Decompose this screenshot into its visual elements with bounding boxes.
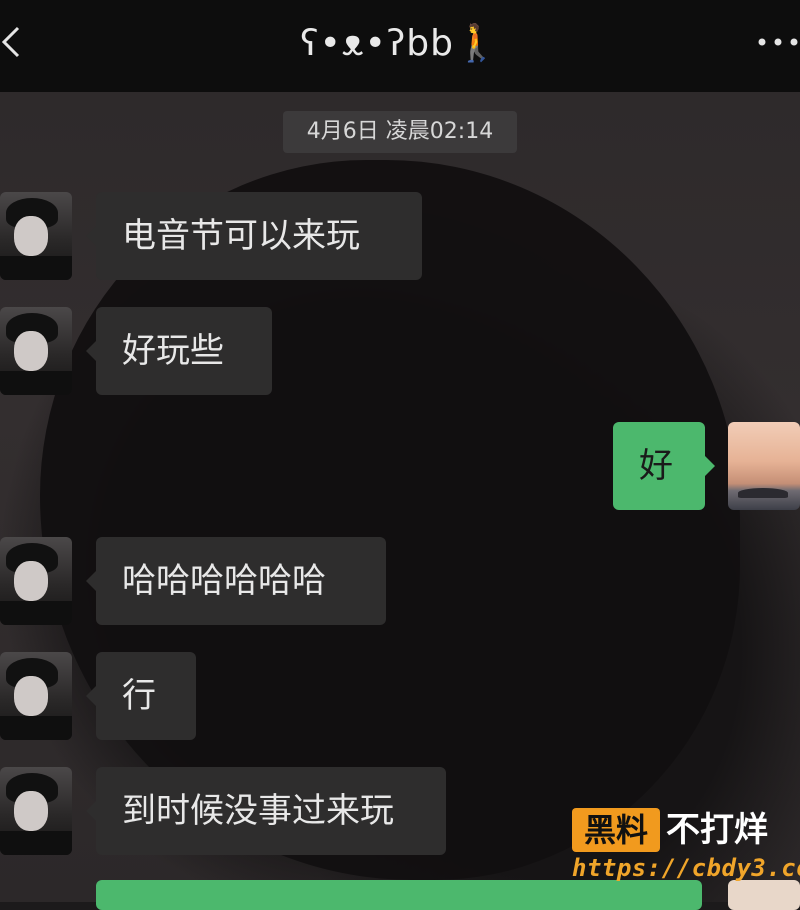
avatar[interactable]	[0, 537, 72, 625]
more-dots-icon[interactable]	[754, 34, 800, 50]
message-timestamp: 4月6日 凌晨02:14	[283, 111, 517, 153]
message-bubble[interactable]: 行	[86, 652, 196, 740]
my-message-bubble[interactable]: 好	[613, 422, 715, 510]
avatar[interactable]	[0, 652, 72, 740]
message-bubble[interactable]: 哈哈哈哈哈哈	[86, 537, 386, 625]
chat-header: ʕ•ᴥ•ʔbb🚶	[0, 0, 800, 92]
message-bubble[interactable]: 到时候没事过来玩	[86, 767, 446, 855]
avatar[interactable]	[0, 192, 72, 280]
watermark-logo: 黑料	[572, 808, 660, 852]
watermark: 黑料 不打烊 https://cbdy3.com	[572, 808, 800, 888]
message-bubble[interactable]: 电音节可以来玩	[86, 192, 422, 280]
avatar[interactable]	[0, 767, 72, 855]
watermark-url: https://cbdy3.com	[572, 854, 800, 882]
watermark-text: 不打烊	[666, 810, 768, 850]
message-bubble[interactable]: 好玩些	[86, 307, 272, 395]
my-avatar[interactable]	[728, 422, 800, 510]
chat-title: ʕ•ᴥ•ʔbb🚶	[300, 23, 500, 64]
avatar[interactable]	[0, 307, 72, 395]
